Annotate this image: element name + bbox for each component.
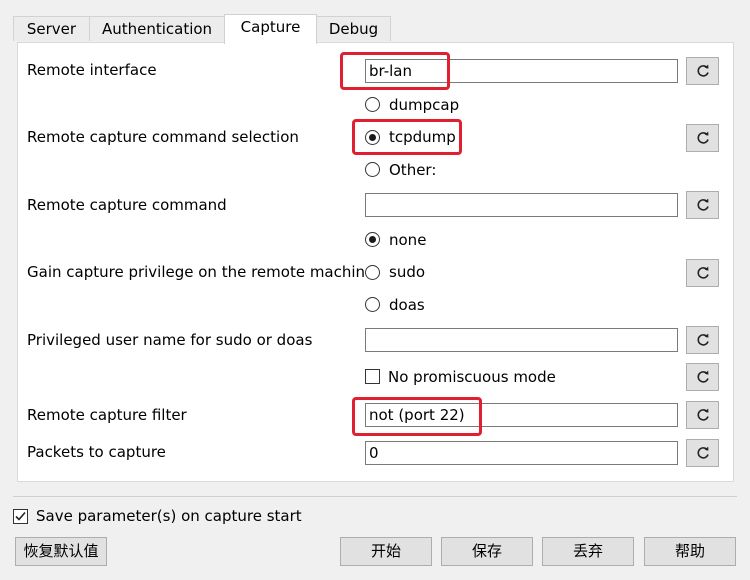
start-button[interactable]: 开始	[340, 537, 432, 566]
radio-sudo-label: sudo	[389, 263, 426, 281]
restore-defaults-button[interactable]: 恢复默认值	[15, 537, 107, 566]
tab-authentication[interactable]: Authentication	[89, 16, 225, 41]
remote-interface-reset-button[interactable]	[686, 57, 719, 85]
remote-interface-label: Remote interface	[27, 61, 157, 79]
privileged-user-reset-button[interactable]	[686, 326, 719, 354]
save-params-label: Save parameter(s) on capture start	[36, 507, 302, 525]
radio-tcpdump[interactable]	[365, 130, 380, 145]
privileged-user-label: Privileged user name for sudo or doas	[27, 331, 313, 349]
reset-icon	[696, 198, 709, 211]
capture-filter-input[interactable]: not (port 22)	[365, 403, 678, 427]
capture-filter-reset-button[interactable]	[686, 401, 719, 429]
reset-icon	[696, 446, 709, 459]
reset-icon	[696, 333, 709, 346]
radio-dumpcap[interactable]	[365, 97, 380, 112]
radio-none-label: none	[389, 231, 427, 249]
radio-doas[interactable]	[365, 297, 380, 312]
reset-icon	[696, 370, 709, 383]
privilege-reset-button[interactable]	[686, 259, 719, 287]
save-params-checkbox[interactable]	[13, 509, 28, 524]
radio-dumpcap-label: dumpcap	[389, 96, 460, 114]
packets-label: Packets to capture	[27, 443, 166, 461]
save-button[interactable]: 保存	[441, 537, 533, 566]
tab-debug[interactable]: Debug	[316, 16, 391, 41]
help-button[interactable]: 帮助	[644, 537, 736, 566]
radio-other[interactable]	[365, 162, 380, 177]
divider	[13, 496, 737, 497]
command-selection-label: Remote capture command selection	[27, 128, 299, 146]
no-promiscuous-reset-button[interactable]	[686, 363, 719, 391]
remote-interface-input[interactable]: br-lan	[365, 59, 678, 83]
command-selection-reset-button[interactable]	[686, 124, 719, 152]
remote-command-reset-button[interactable]	[686, 191, 719, 219]
packets-reset-button[interactable]	[686, 439, 719, 467]
reset-icon	[696, 131, 709, 144]
radio-doas-label: doas	[389, 296, 425, 314]
radio-none[interactable]	[365, 232, 380, 247]
reset-icon	[696, 408, 709, 421]
packets-input[interactable]: 0	[365, 441, 678, 465]
reset-icon	[696, 64, 709, 77]
discard-button[interactable]: 丢弃	[542, 537, 634, 566]
reset-icon	[696, 266, 709, 279]
tab-server[interactable]: Server	[13, 16, 90, 41]
no-promiscuous-label: No promiscuous mode	[388, 368, 556, 386]
no-promiscuous-checkbox[interactable]	[365, 369, 380, 384]
tab-capture[interactable]: Capture	[224, 14, 317, 44]
remote-command-input[interactable]	[365, 193, 678, 217]
capture-filter-label: Remote capture filter	[27, 406, 187, 424]
check-icon	[15, 511, 26, 521]
radio-tcpdump-label: tcpdump	[389, 128, 456, 146]
privilege-label: Gain capture privilege on the remote mac…	[27, 263, 375, 281]
remote-command-label: Remote capture command	[27, 196, 227, 214]
radio-sudo[interactable]	[365, 265, 380, 280]
privileged-user-input[interactable]	[365, 328, 678, 352]
radio-other-label: Other:	[389, 161, 437, 179]
